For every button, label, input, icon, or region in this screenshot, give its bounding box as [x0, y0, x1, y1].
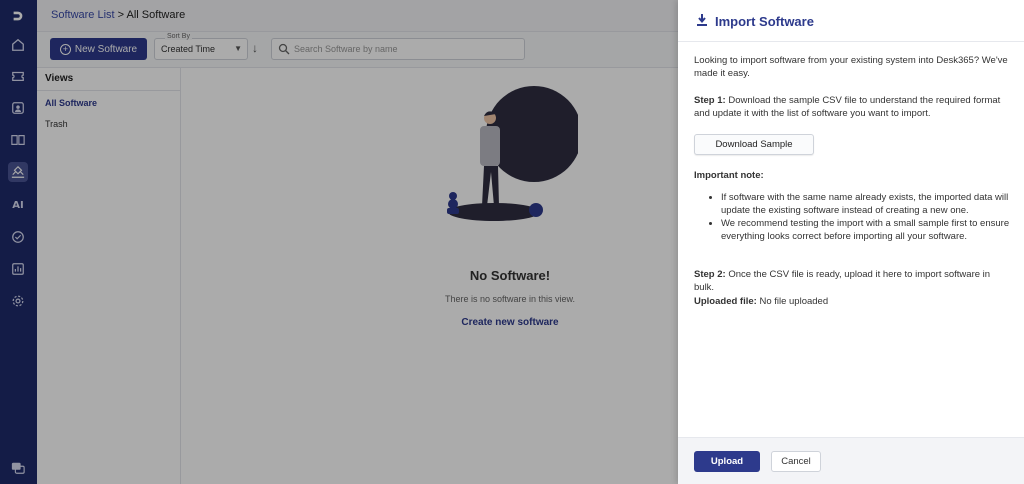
download-icon: [697, 14, 707, 26]
step-1-text: Download the sample CSV file to understa…: [694, 95, 1001, 119]
important-note-header: Important note:: [694, 170, 764, 181]
step-1: Step 1: Download the sample CSV file to …: [694, 94, 1012, 120]
list-item: If software with the same name already e…: [721, 191, 1011, 217]
import-intro: Looking to import software from your exi…: [694, 55, 1008, 79]
list-item: We recommend testing the import with a s…: [721, 217, 1011, 243]
step-1-label: Step 1:: [694, 95, 726, 106]
upload-button[interactable]: Upload: [694, 451, 760, 472]
uploaded-file-status: Uploaded file: No file uploaded: [694, 295, 1012, 308]
step-2-label: Step 2:: [694, 269, 726, 280]
modal-overlay[interactable]: [0, 0, 678, 484]
step-2: Step 2: Once the CSV file is ready, uplo…: [694, 268, 1012, 294]
step-2-text: Once the CSV file is ready, upload it he…: [694, 269, 991, 293]
download-sample-button[interactable]: Download Sample: [694, 134, 814, 155]
drawer-header: Import Software: [678, 0, 1024, 42]
drawer-title: Import Software: [715, 14, 814, 29]
uploaded-file-label: Uploaded file:: [694, 296, 757, 307]
import-software-drawer: Import Software Looking to import softwa…: [678, 0, 1024, 484]
important-notes-list: If software with the same name already e…: [721, 191, 1011, 243]
uploaded-file-value: No file uploaded: [756, 296, 829, 307]
drawer-footer: Upload Cancel: [678, 437, 1024, 484]
cancel-button[interactable]: Cancel: [771, 451, 821, 472]
